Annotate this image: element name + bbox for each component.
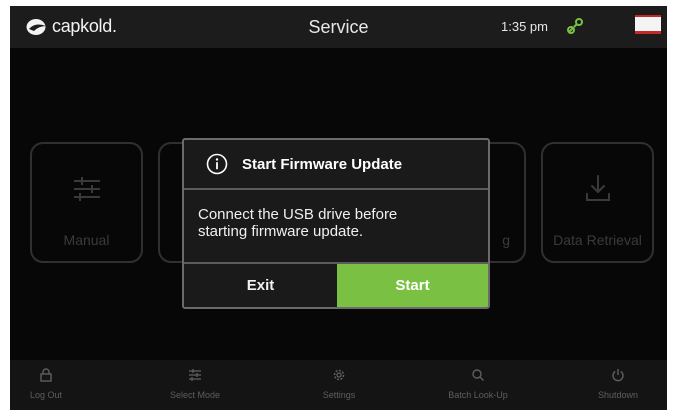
nav-select-mode[interactable]: Select Mode	[150, 368, 240, 400]
dialog-message-line-2: starting firmware update.	[198, 223, 364, 240]
info-icon	[206, 153, 228, 175]
sliders-icon	[150, 368, 240, 384]
flag-icon[interactable]	[635, 15, 661, 34]
nav-label: Shutdown	[597, 390, 639, 400]
search-icon	[433, 368, 523, 384]
gear-icon	[294, 368, 384, 384]
nav-label: Batch Look-Up	[448, 390, 508, 400]
dialog-buttons: Exit Start	[184, 262, 488, 307]
bottom-nav: Log Out Select Mode Settings Batch Look-…	[10, 360, 667, 410]
start-button[interactable]: Start	[337, 264, 488, 307]
power-icon	[573, 368, 663, 384]
clock-time: 1:35 pm	[501, 19, 548, 34]
nav-batch-look-up[interactable]: Batch Look-Up	[433, 368, 523, 400]
dialog-header: Start Firmware Update	[184, 140, 488, 190]
top-bar: capkold. Service 1:35 pm	[10, 6, 667, 48]
link-icon	[567, 18, 583, 34]
lock-icon	[10, 368, 91, 384]
nav-log-out[interactable]: Log Out	[10, 368, 91, 400]
exit-button[interactable]: Exit	[184, 264, 337, 307]
dialog-title: Start Firmware Update	[242, 155, 403, 173]
nav-label: Settings	[322, 390, 356, 400]
service-screen: capkold. Service 1:35 pm Manual g Data R…	[10, 6, 667, 410]
nav-shutdown[interactable]: Shutdown	[573, 368, 663, 400]
firmware-update-dialog: Start Firmware Update Connect the USB dr…	[182, 138, 490, 309]
dialog-message: Connect the USB drive before starting fi…	[184, 190, 488, 264]
nav-label: Select Mode	[169, 390, 221, 400]
nav-label: Log Out	[29, 390, 63, 400]
dialog-message-line-1: Connect the USB drive before	[198, 206, 398, 223]
nav-settings[interactable]: Settings	[294, 368, 384, 400]
